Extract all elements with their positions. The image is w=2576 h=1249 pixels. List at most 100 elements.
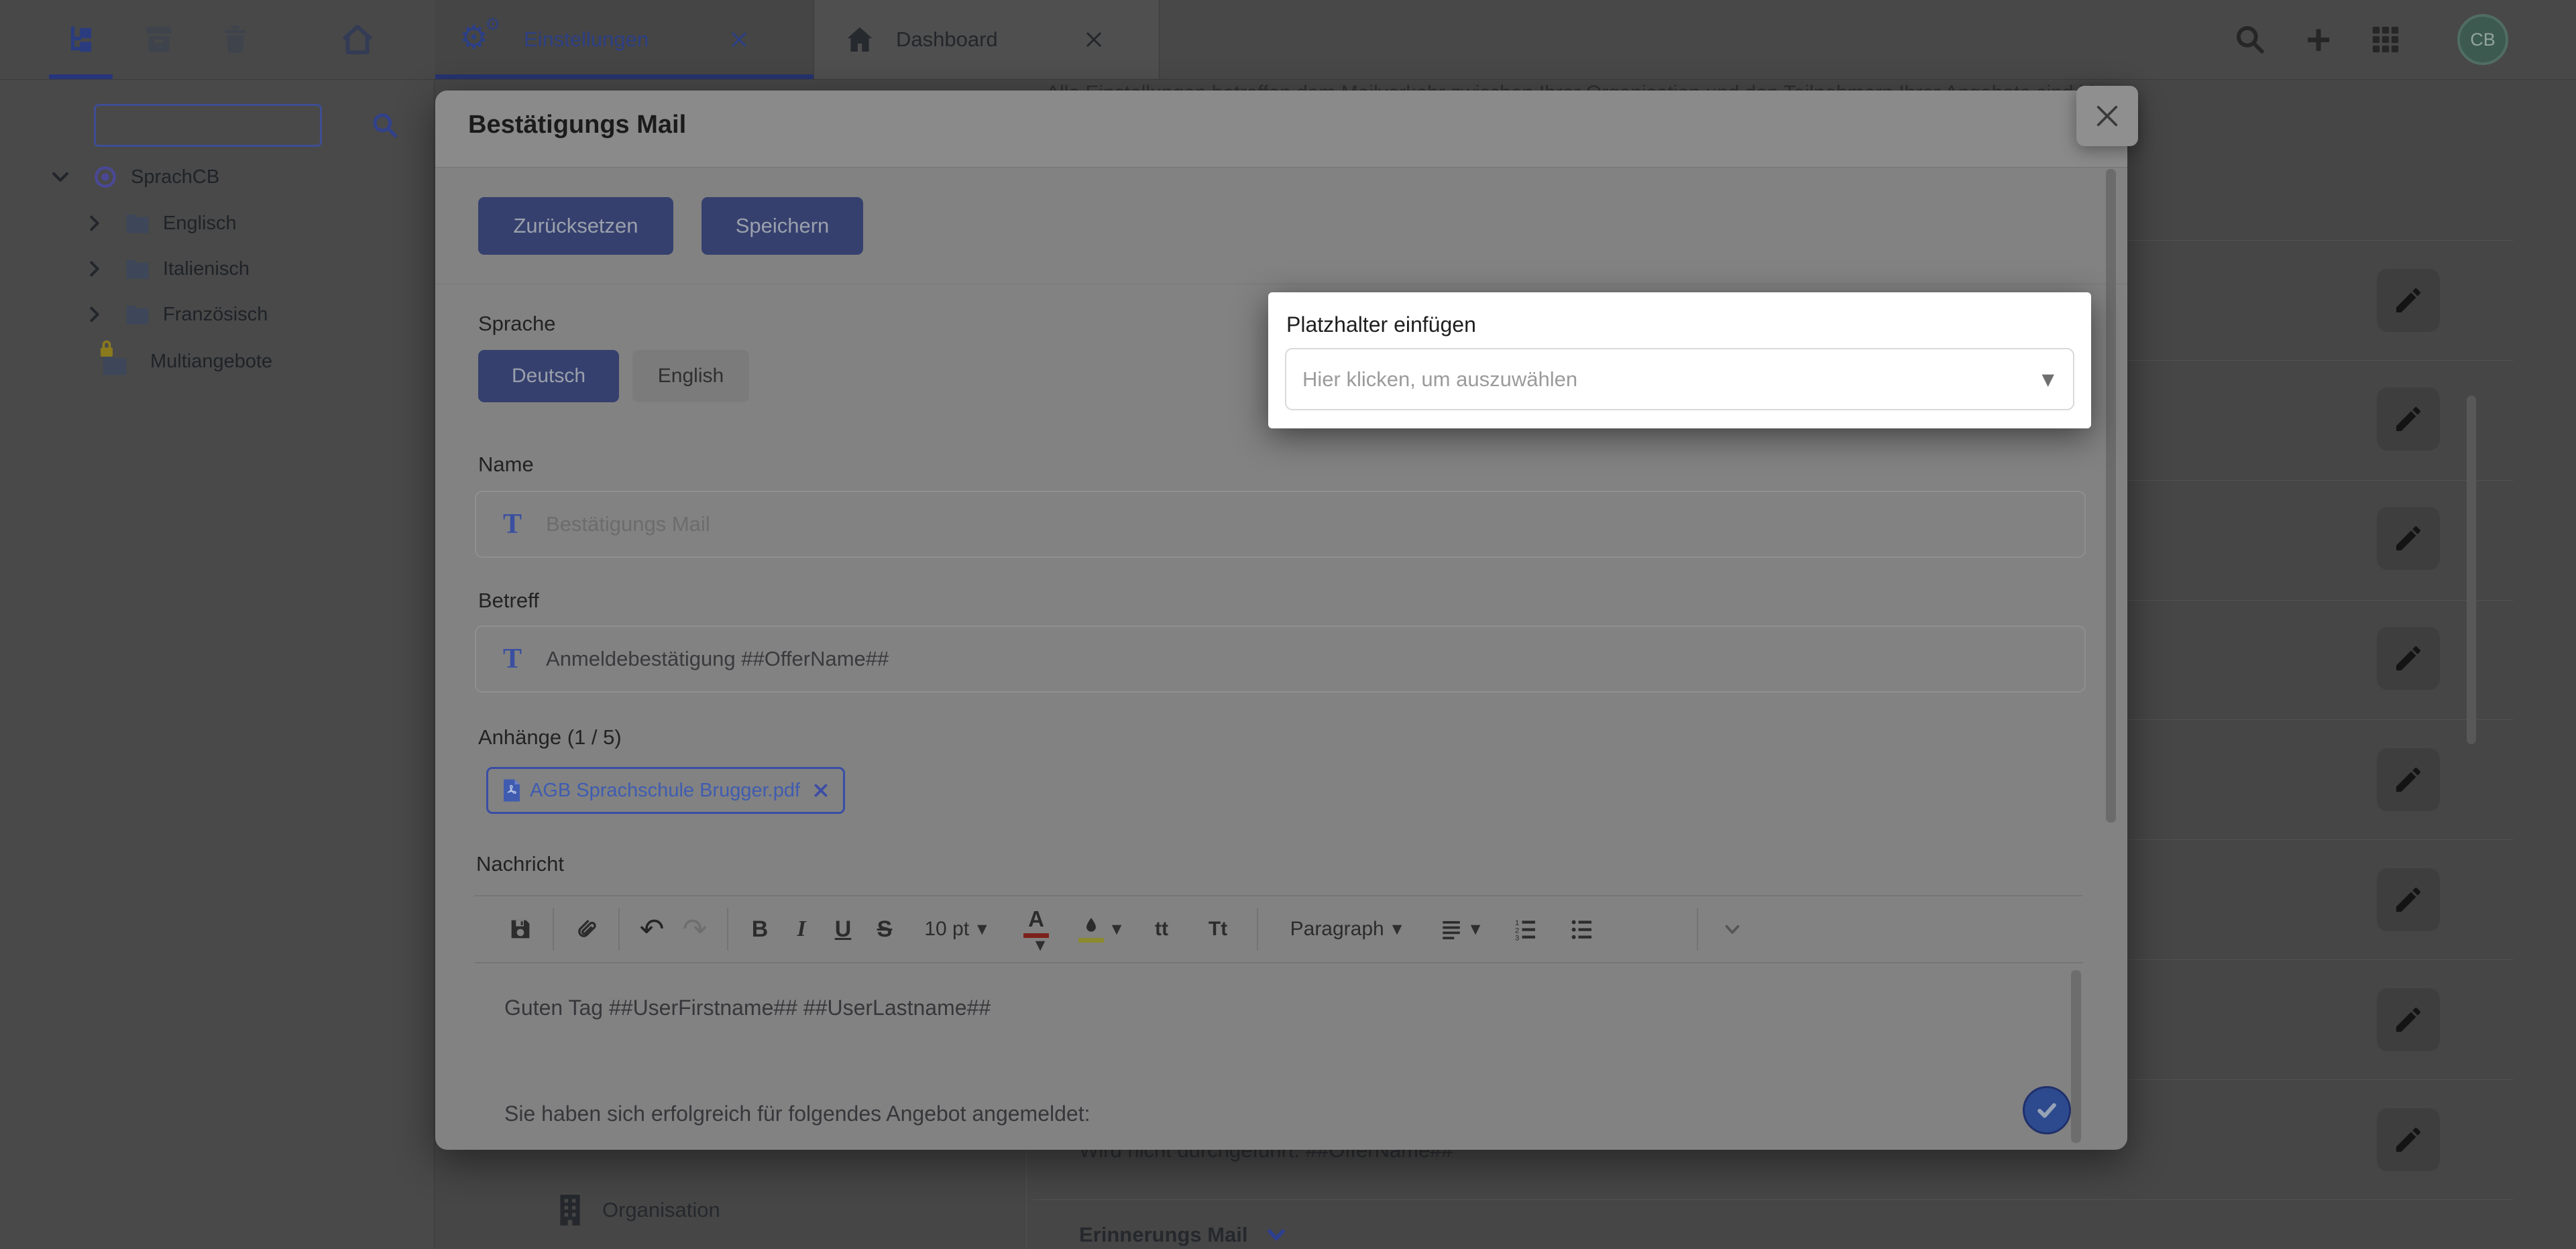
tab-einstellungen[interactable]: ⚙⚙ Einstellungen	[435, 0, 814, 79]
chevron-down-icon[interactable]	[49, 166, 72, 188]
tab-label: Dashboard	[896, 27, 998, 52]
tree-view-button[interactable]	[59, 17, 103, 62]
capitalization-button[interactable]: Tt	[1190, 906, 1246, 953]
pdf-file-icon	[502, 778, 522, 802]
edit-button[interactable]	[2377, 748, 2440, 811]
tree-node-franzoesisch[interactable]: Französisch	[84, 302, 268, 326]
save-draft-button[interactable]	[499, 906, 542, 953]
reminder-mail-row[interactable]: Erinnerungs Mail	[1079, 1223, 1289, 1247]
message-body[interactable]: Guten Tag ##UserFirstname## ##UserLastna…	[475, 962, 2083, 1150]
font-color-button[interactable]: A ▼	[1006, 906, 1066, 953]
save-button[interactable]: Speichern	[702, 197, 863, 255]
placeholder-popup-title: Platzhalter einfügen	[1286, 312, 1476, 337]
rich-text-editor: ↶ ↷ B I U S 10 pt ▼ A ▼	[475, 895, 2083, 1150]
remove-attachment-icon[interactable]	[812, 782, 830, 799]
highlight-color-button[interactable]: ▼	[1066, 906, 1133, 953]
lowercase-button[interactable]: tt	[1133, 906, 1190, 953]
toolbar-separator	[727, 908, 728, 951]
add-button[interactable]: +	[2296, 17, 2341, 62]
pencil-icon	[2392, 403, 2424, 435]
font-size-dropdown[interactable]: 10 pt ▼	[905, 906, 1006, 953]
pencil-icon	[2392, 284, 2424, 316]
edit-button[interactable]	[2377, 507, 2440, 570]
tree-node-italienisch[interactable]: Italienisch	[84, 257, 249, 281]
redo-button[interactable]: ↷	[673, 906, 716, 953]
archive-icon	[142, 23, 176, 56]
active-tab-underline	[435, 74, 814, 79]
attachments-count: (1 / 5)	[567, 725, 622, 749]
building-icon	[555, 1193, 585, 1227]
subject-field[interactable]: T	[475, 626, 2086, 693]
ordered-list-button[interactable]: 123	[1497, 906, 1553, 953]
placeholder-select[interactable]: Hier klicken, um auszuwählen ▼	[1285, 348, 2074, 410]
align-dropdown[interactable]: ▼	[1423, 906, 1497, 953]
apps-grid-button[interactable]	[2363, 17, 2408, 62]
paragraph-style-dropdown[interactable]: Paragraph ▼	[1269, 906, 1423, 953]
background-scrollbar[interactable]	[2467, 396, 2476, 744]
message-scrollbar[interactable]	[2071, 970, 2081, 1143]
name-field[interactable]: T	[475, 491, 2086, 558]
caret-down-icon: ▼	[2042, 370, 2054, 389]
reset-button[interactable]: Zurücksetzen	[478, 197, 673, 255]
chevron-right-icon[interactable]	[84, 258, 105, 280]
font-color-swatch	[1023, 933, 1049, 938]
edit-button[interactable]	[2377, 868, 2440, 931]
confirmation-mail-dialog: Bestätigungs Mail Zurücksetzen Speichern…	[435, 91, 2127, 1150]
name-input[interactable]	[545, 512, 2023, 537]
language-de-button[interactable]: Deutsch	[478, 350, 619, 402]
more-toolbar-options-button[interactable]	[1709, 906, 1756, 953]
chevron-right-icon[interactable]	[84, 213, 105, 234]
chevron-down-icon[interactable]	[1264, 1224, 1289, 1246]
edit-button[interactable]	[2377, 1108, 2440, 1171]
close-tab-icon[interactable]	[729, 29, 749, 50]
confirm-fab-button[interactable]	[2023, 1086, 2071, 1134]
chevron-right-icon[interactable]	[84, 304, 105, 325]
placeholder-select-placeholder: Hier klicken, um auszuwählen	[1302, 367, 1577, 392]
attachments-label: Anhänge (1 / 5)	[478, 725, 622, 750]
trash-button[interactable]	[213, 17, 258, 62]
attachment-chip[interactable]: AGB Sprachschule Brugger.pdf	[486, 767, 845, 814]
edit-button[interactable]	[2377, 388, 2440, 451]
nav-item-label: Organisation	[602, 1198, 720, 1222]
archive-button[interactable]	[137, 17, 181, 62]
font-color-glyph: A	[1028, 906, 1044, 932]
highlight-color-swatch	[1078, 938, 1104, 943]
active-tool-underline	[49, 74, 113, 79]
settings-nav-item-organisation[interactable]: Organisation	[555, 1193, 720, 1227]
sidebar-search-input[interactable]	[94, 104, 322, 147]
pencil-icon	[2392, 884, 2424, 916]
bold-button[interactable]: B	[739, 906, 781, 953]
italic-button[interactable]: I	[781, 906, 822, 953]
strikethrough-button[interactable]: S	[864, 906, 905, 953]
search-icon	[2233, 23, 2267, 56]
tree-node-multiangebote[interactable]: Multiangebote	[101, 347, 272, 376]
name-label: Name	[478, 453, 534, 477]
home-button[interactable]	[335, 17, 380, 62]
svg-text:1: 1	[1515, 919, 1519, 927]
language-en-button[interactable]: English	[632, 350, 749, 402]
subject-input[interactable]	[545, 646, 2023, 672]
attach-file-button[interactable]	[565, 906, 608, 953]
attachment-name: AGB Sprachschule Brugger.pdf	[530, 780, 800, 802]
underline-button[interactable]: U	[822, 906, 864, 953]
placeholder-popup: Platzhalter einfügen Hier klicken, um au…	[1268, 292, 2091, 428]
text-field-icon: T	[503, 508, 522, 540]
folder-icon	[124, 302, 151, 326]
tree-icon	[64, 22, 99, 57]
close-tab-icon[interactable]	[1084, 29, 1104, 50]
search-icon[interactable]	[370, 111, 400, 140]
close-dialog-button[interactable]	[2076, 86, 2138, 146]
language-label: Sprache	[478, 312, 555, 336]
edit-button[interactable]	[2377, 988, 2440, 1051]
undo-button[interactable]: ↶	[630, 906, 673, 953]
caret-down-icon: ▼	[1035, 938, 1046, 953]
tree-node-root[interactable]: SprachCB	[49, 164, 219, 190]
tree-node-englisch[interactable]: Englisch	[84, 211, 237, 235]
global-search-button[interactable]	[2228, 17, 2272, 62]
edit-button[interactable]	[2377, 627, 2440, 690]
tab-dashboard[interactable]: Dashboard	[814, 0, 1160, 79]
edit-button[interactable]	[2377, 269, 2440, 332]
dialog-scrollbar[interactable]	[2106, 169, 2116, 823]
bullet-list-button[interactable]	[1553, 906, 1610, 953]
avatar[interactable]: CB	[2457, 14, 2508, 65]
